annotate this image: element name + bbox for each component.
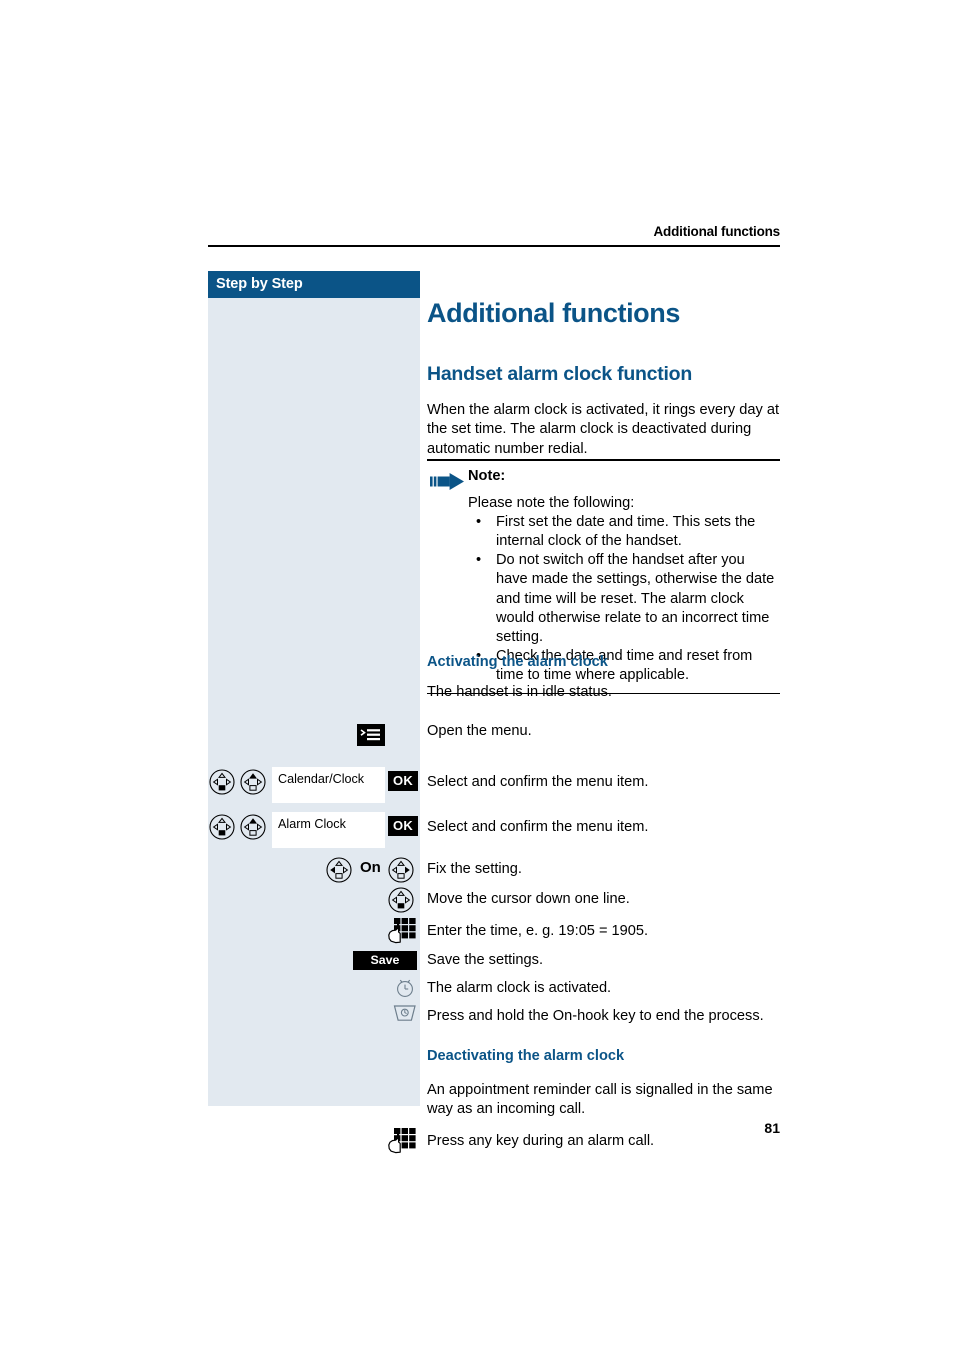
bullet-glyph: •: [476, 513, 482, 530]
nav-key-down-icon[interactable]: [209, 769, 235, 795]
keypad-icon[interactable]: [386, 917, 416, 945]
step-row: Enter the time, e. g. 19:05 = 1905.: [208, 917, 780, 949]
nav-key-down-icon[interactable]: [209, 814, 235, 840]
deactivating-subtitle: Deactivating the alarm clock: [427, 1048, 625, 1064]
page-number: 81: [764, 1120, 780, 1136]
step-row: On Fix the setting.: [208, 857, 780, 887]
nav-key-left-icon[interactable]: [326, 857, 352, 883]
ok-key[interactable]: OK: [388, 816, 418, 836]
step-text: Select and confirm the menu item.: [427, 819, 649, 835]
activating-subtitle: Activating the alarm clock: [427, 654, 608, 670]
note-item-text: First set the date and time. This sets t…: [496, 513, 756, 549]
deactivating-intro: An appointment reminder call is signalle…: [427, 1082, 773, 1118]
step-text: Move the cursor down one line.: [427, 891, 630, 907]
ok-key[interactable]: OK: [388, 771, 418, 791]
menu-item-label-box: Alarm Clock: [272, 812, 385, 848]
intro-paragraph: When the alarm clock is activated, it ri…: [427, 402, 780, 457]
note-arrow-icon: [430, 472, 464, 490]
note-item-text: Do not switch off the handset after you …: [496, 552, 775, 646]
menu-key-icon[interactable]: [357, 724, 385, 746]
activating-intro: The handset is in idle status.: [427, 684, 612, 700]
page-title: Additional functions: [427, 298, 680, 328]
step-row: Calendar/Clock OK Select and confirm the…: [208, 767, 780, 812]
step-row: The alarm clock is activated.: [208, 977, 780, 1003]
sidebar-title: Step by Step: [208, 271, 420, 298]
step-row: Move the cursor down one line.: [208, 887, 780, 917]
step-text: Open the menu.: [427, 723, 532, 739]
step-text: Save the settings.: [427, 952, 544, 968]
step-text: Fix the setting.: [427, 861, 522, 877]
menu-item-label-box: Calendar/Clock: [272, 767, 385, 803]
running-header: Additional functions: [653, 224, 781, 239]
note-list-item: • First set the date and time. This sets…: [468, 513, 780, 551]
inline-setting-label: On: [360, 859, 381, 876]
step-row: Save Save the settings.: [208, 949, 780, 977]
step-row: Alarm Clock OK Select and confirm the me…: [208, 812, 780, 857]
on-hook-key-icon[interactable]: [392, 1003, 418, 1027]
content-column: Additional functions Handset alarm clock…: [427, 271, 780, 459]
nav-key-down-icon[interactable]: [388, 887, 414, 913]
step-text: Enter the time, e. g. 19:05 = 1905.: [427, 923, 649, 939]
note-lead: Please note the following:: [468, 494, 635, 511]
section-title: Handset alarm clock function: [427, 362, 692, 385]
step-row: Press and hold the On-hook key to end th…: [208, 1003, 780, 1035]
step-row: Open the menu.: [208, 722, 780, 767]
step-text: Press and hold the On-hook key to end th…: [427, 1008, 764, 1024]
bullet-glyph: •: [476, 552, 482, 569]
save-softkey[interactable]: Save: [353, 951, 417, 970]
clock-icon: [397, 979, 413, 997]
steps-area: Activating the alarm clock The handset i…: [208, 653, 780, 1161]
step-text: Select and confirm the menu item.: [427, 774, 649, 790]
nav-key-up-icon[interactable]: [240, 814, 266, 840]
manual-page: Additional functions Step by Step Additi…: [0, 0, 954, 1351]
header-divider: [208, 245, 780, 247]
step-text: The alarm clock is activated.: [427, 980, 612, 996]
note-list-item: • Do not switch off the handset after yo…: [468, 551, 780, 647]
nav-key-right-icon[interactable]: [388, 857, 414, 883]
nav-key-up-icon[interactable]: [240, 769, 266, 795]
note-heading: Note:: [468, 467, 506, 484]
